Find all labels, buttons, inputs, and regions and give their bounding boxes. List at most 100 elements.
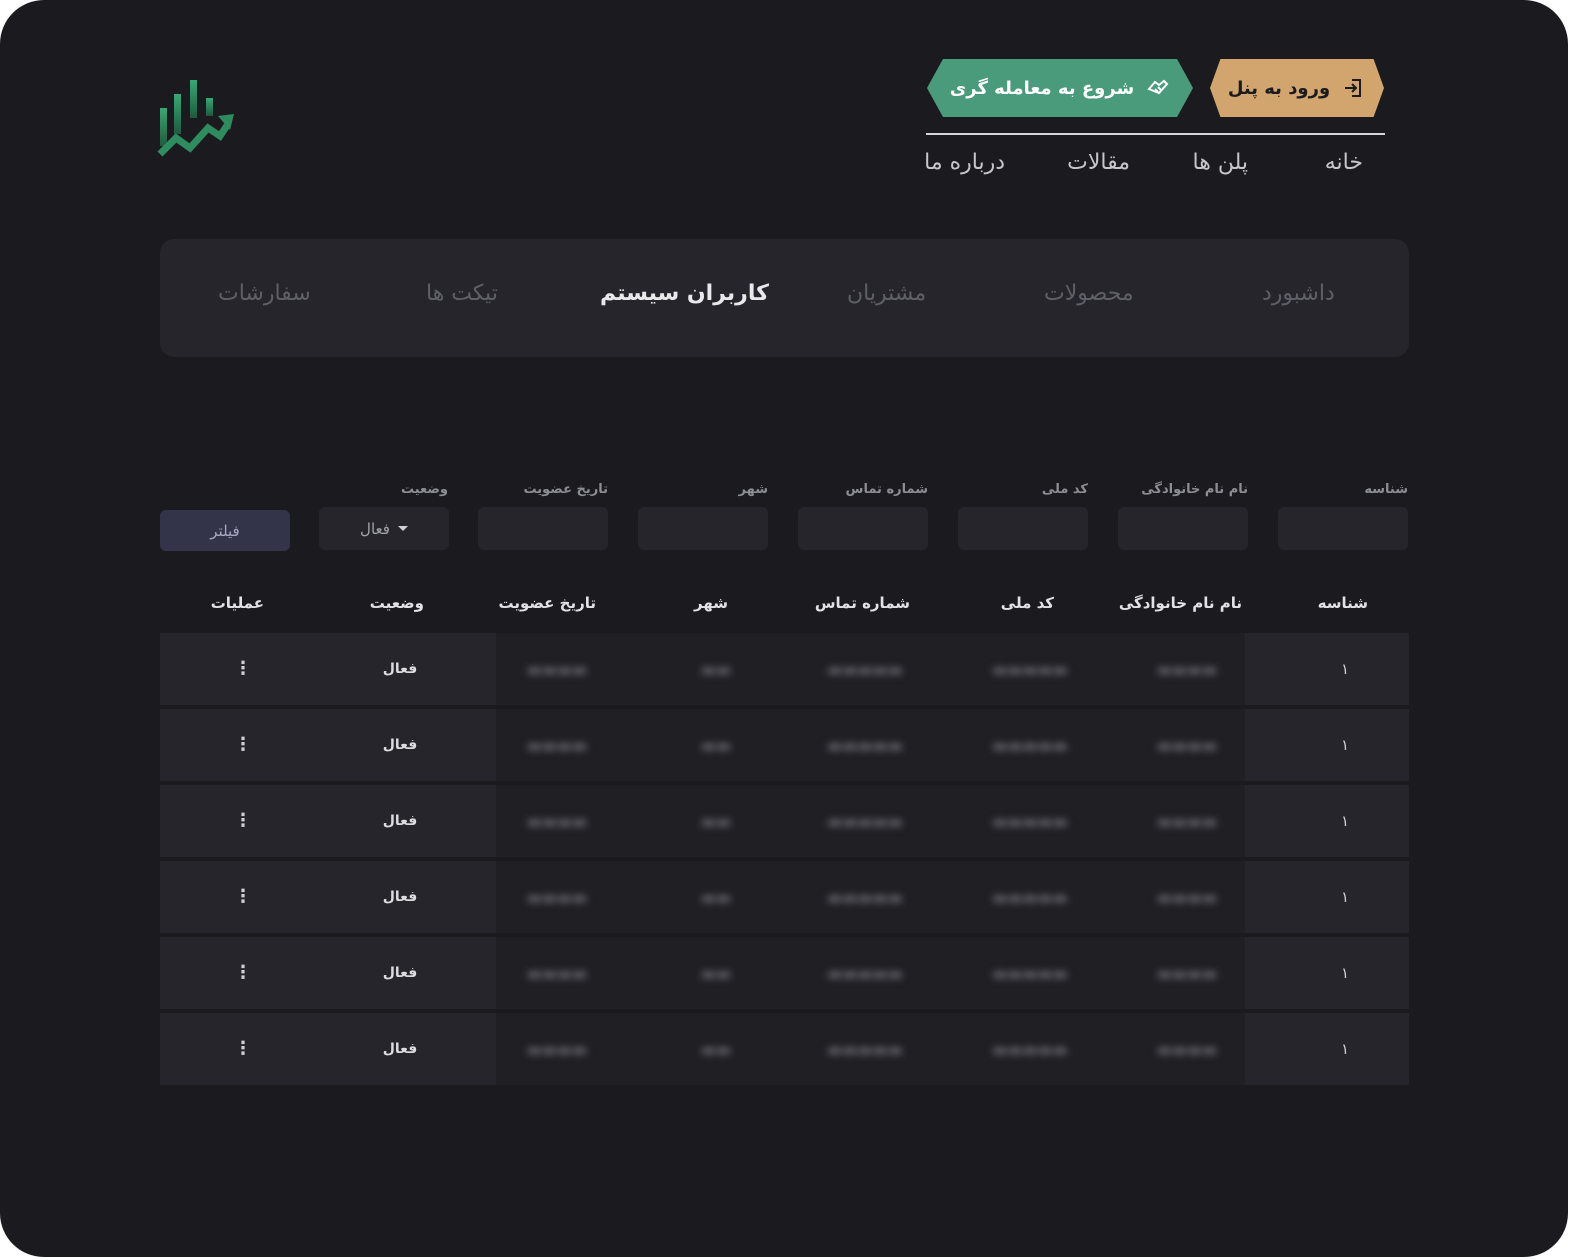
cell-city-redacted: ▬▬ [700, 1039, 732, 1059]
top-nav: خانه پلن ها مقالات درباره ما [924, 150, 1385, 190]
header-divider [926, 133, 1385, 135]
filter-button-label: فیلتر [210, 521, 240, 540]
tab-dashboard[interactable]: داشبورد [1262, 281, 1335, 306]
cell-status: فعال [382, 889, 418, 905]
cell-phone-redacted: ▬▬▬▬▬ [827, 659, 903, 679]
filter-id-input[interactable] [1278, 507, 1408, 550]
filter-join-date-input[interactable] [478, 507, 608, 550]
table-header-name: نام نام خانوادگی [1118, 594, 1242, 612]
app-frame: ورود به پنل شروع به معامله گری خانه پلن … [0, 0, 1568, 1257]
login-panel-button[interactable]: ورود به پنل [1210, 59, 1384, 117]
table-header-national-code: کد ملی [1000, 594, 1054, 612]
cell-id: ۱ [1340, 888, 1350, 906]
nav-item-articles[interactable]: مقالات [1067, 150, 1130, 175]
filter-button[interactable]: فیلتر [160, 510, 290, 551]
tab-customers[interactable]: مشتریان [847, 281, 926, 306]
table-header-id: شناسه [1317, 594, 1368, 612]
nav-item-about[interactable]: درباره ما [924, 150, 1005, 175]
cell-status: فعال [382, 661, 418, 677]
filter-name-input[interactable] [1118, 507, 1248, 550]
filter-label-id: شناسه [1364, 482, 1408, 497]
handshake-icon [1147, 79, 1169, 95]
cell-id: ۱ [1340, 1040, 1350, 1058]
login-icon [1345, 79, 1362, 97]
chevron-down-icon [397, 526, 408, 531]
cell-name-redacted: ▬▬▬▬ [1156, 735, 1218, 755]
kebab-icon[interactable]: ⋮ [234, 785, 252, 857]
tab-orders[interactable]: سفارشات [218, 281, 311, 306]
cell-id: ۱ [1340, 964, 1350, 982]
tab-tickets[interactable]: تیکت ها [426, 281, 498, 306]
table-header-phone: شماره تماس [814, 594, 910, 612]
filter-status-select[interactable]: فعال [319, 507, 449, 550]
start-trading-label: شروع به معامله گری [949, 77, 1135, 99]
login-panel-label: ورود به پنل [1227, 77, 1331, 99]
cell-status: فعال [382, 813, 418, 829]
cell-id: ۱ [1340, 736, 1350, 754]
table-row: ۱ ▬▬▬▬ ▬▬▬▬▬ ▬▬▬▬▬ ▬▬ ▬▬▬▬ فعال ⋮ [160, 1013, 1409, 1085]
kebab-icon[interactable]: ⋮ [234, 633, 252, 705]
cell-national-code-redacted: ▬▬▬▬▬ [992, 887, 1068, 907]
cell-name-redacted: ▬▬▬▬ [1156, 659, 1218, 679]
cell-phone-redacted: ▬▬▬▬▬ [827, 963, 903, 983]
cell-status: فعال [382, 737, 418, 753]
cell-national-code-redacted: ▬▬▬▬▬ [992, 659, 1068, 679]
logo-icon [157, 80, 234, 157]
cell-national-code-redacted: ▬▬▬▬▬ [992, 1039, 1068, 1059]
kebab-icon[interactable]: ⋮ [234, 937, 252, 1009]
cell-join-date-redacted: ▬▬▬▬ [526, 1039, 588, 1059]
filter-label-join-date: تاریخ عضویت [523, 482, 608, 497]
nav-item-plans[interactable]: پلن ها [1193, 150, 1248, 175]
table-header-city: شهر [694, 594, 728, 612]
cell-join-date-redacted: ▬▬▬▬ [526, 735, 588, 755]
tab-system-users[interactable]: کاربران سیستم [600, 281, 769, 306]
filter-national-code-input[interactable] [958, 507, 1088, 550]
cell-city-redacted: ▬▬ [700, 735, 732, 755]
tab-products[interactable]: محصولات [1044, 281, 1134, 306]
table-row: ۱ ▬▬▬▬ ▬▬▬▬▬ ▬▬▬▬▬ ▬▬ ▬▬▬▬ فعال ⋮ [160, 861, 1409, 933]
kebab-icon[interactable]: ⋮ [234, 709, 252, 781]
filter-status-value: فعال [360, 519, 390, 538]
cell-phone-redacted: ▬▬▬▬▬ [827, 887, 903, 907]
cell-national-code-redacted: ▬▬▬▬▬ [992, 963, 1068, 983]
kebab-icon[interactable]: ⋮ [234, 861, 252, 933]
cell-name-redacted: ▬▬▬▬ [1156, 963, 1218, 983]
table-row: ۱ ▬▬▬▬ ▬▬▬▬▬ ▬▬▬▬▬ ▬▬ ▬▬▬▬ فعال ⋮ [160, 937, 1409, 1009]
filter-label-city: شهر [738, 482, 768, 497]
cell-city-redacted: ▬▬ [700, 659, 732, 679]
cell-join-date-redacted: ▬▬▬▬ [526, 887, 588, 907]
cell-status: فعال [382, 965, 418, 981]
table-header-join-date: تاریخ عضویت [498, 594, 596, 612]
admin-tabs: داشبورد محصولات مشتریان کاربران سیستم تی… [160, 239, 1409, 357]
filter-label-name: نام نام خانوادگی [1141, 482, 1248, 497]
table-header-status: وضعیت [369, 594, 424, 612]
table-row: ۱ ▬▬▬▬ ▬▬▬▬▬ ▬▬▬▬▬ ▬▬ ▬▬▬▬ فعال ⋮ [160, 785, 1409, 857]
cell-phone-redacted: ▬▬▬▬▬ [827, 1039, 903, 1059]
cell-join-date-redacted: ▬▬▬▬ [526, 811, 588, 831]
cell-city-redacted: ▬▬ [700, 963, 732, 983]
filter-label-phone: شماره تماس [845, 482, 928, 497]
filter-label-status: وضعیت [400, 482, 448, 497]
cell-name-redacted: ▬▬▬▬ [1156, 811, 1218, 831]
cell-national-code-redacted: ▬▬▬▬▬ [992, 735, 1068, 755]
cell-phone-redacted: ▬▬▬▬▬ [827, 735, 903, 755]
start-trading-button[interactable]: شروع به معامله گری [927, 59, 1193, 117]
cell-name-redacted: ▬▬▬▬ [1156, 887, 1218, 907]
cell-join-date-redacted: ▬▬▬▬ [526, 963, 588, 983]
cell-join-date-redacted: ▬▬▬▬ [526, 659, 588, 679]
cell-phone-redacted: ▬▬▬▬▬ [827, 811, 903, 831]
cell-id: ۱ [1340, 660, 1350, 678]
cell-id: ۱ [1340, 812, 1350, 830]
table-row: ۱ ▬▬▬▬ ▬▬▬▬▬ ▬▬▬▬▬ ▬▬ ▬▬▬▬ فعال ⋮ [160, 633, 1409, 705]
table-header-actions: عملیات [210, 594, 264, 612]
filter-phone-input[interactable] [798, 507, 928, 550]
nav-item-home[interactable]: خانه [1325, 150, 1363, 175]
table-row: ۱ ▬▬▬▬ ▬▬▬▬▬ ▬▬▬▬▬ ▬▬ ▬▬▬▬ فعال ⋮ [160, 709, 1409, 781]
cell-city-redacted: ▬▬ [700, 887, 732, 907]
cell-national-code-redacted: ▬▬▬▬▬ [992, 811, 1068, 831]
filter-label-national-code: کد ملی [1041, 482, 1088, 497]
cell-name-redacted: ▬▬▬▬ [1156, 1039, 1218, 1059]
filter-city-input[interactable] [638, 507, 768, 550]
kebab-icon[interactable]: ⋮ [234, 1013, 252, 1085]
cell-city-redacted: ▬▬ [700, 811, 732, 831]
